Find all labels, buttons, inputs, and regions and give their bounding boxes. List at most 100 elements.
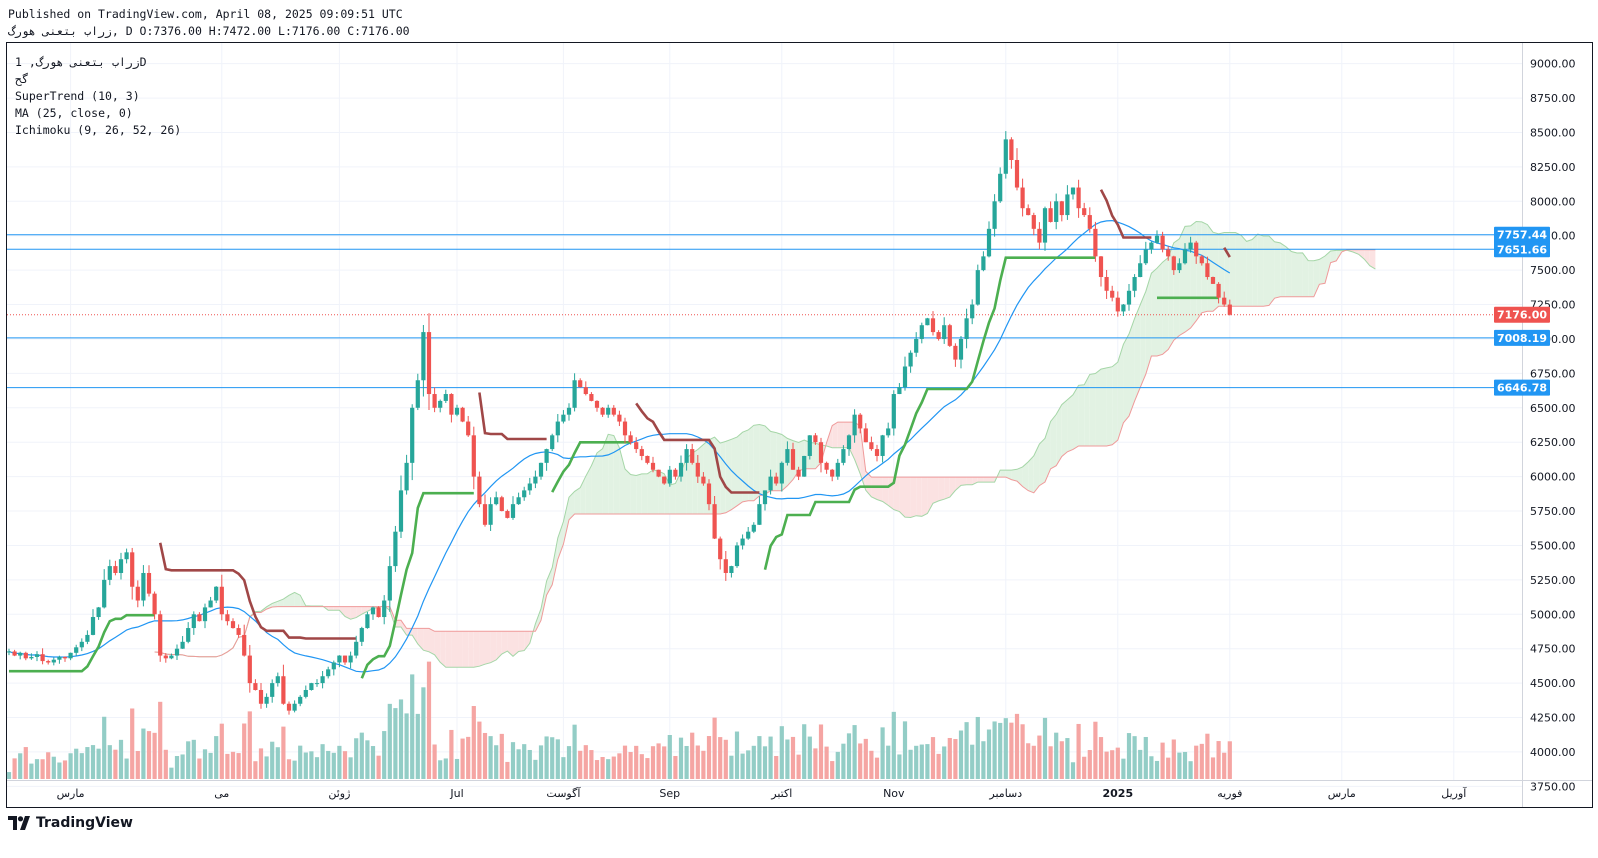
candle-body bbox=[634, 442, 639, 450]
candle-body bbox=[1087, 215, 1092, 229]
cloud-segment bbox=[1291, 251, 1297, 297]
volume-bar bbox=[880, 727, 885, 779]
volume-bar bbox=[807, 736, 812, 779]
volume-bar bbox=[359, 732, 364, 779]
time-tick-label: آگوست bbox=[546, 786, 581, 800]
volume-bar bbox=[225, 753, 230, 779]
volume-bar bbox=[505, 761, 510, 779]
volume-bar bbox=[740, 753, 745, 779]
volume-bar bbox=[639, 754, 644, 779]
volume-bar bbox=[992, 721, 997, 779]
candle-body bbox=[46, 661, 51, 663]
candle-body bbox=[393, 531, 398, 567]
cloud-segment bbox=[938, 477, 945, 501]
price-tick-label: 6750.00 bbox=[1530, 367, 1576, 380]
price-tick-label: 8250.00 bbox=[1530, 161, 1576, 174]
volume-bar bbox=[1121, 758, 1126, 779]
volume-bar bbox=[1098, 737, 1104, 779]
cloud-segment bbox=[490, 631, 497, 663]
chart-canvas[interactable]: 3750.00 4000.00 4250.00 4500.00 4750.00 5000.… bbox=[0, 0, 1598, 858]
candle-body bbox=[813, 435, 818, 443]
legend-ichimoku[interactable]: Ichimoku (9, 26, 52, 26) bbox=[15, 123, 181, 137]
cloud-segment bbox=[1257, 234, 1264, 307]
candle-body bbox=[958, 338, 964, 360]
volume-bar bbox=[197, 758, 202, 779]
price-tick-label: 5000.00 bbox=[1530, 608, 1576, 621]
candle-body bbox=[818, 442, 824, 463]
volume-bar bbox=[202, 749, 208, 779]
cloud-segment bbox=[1224, 232, 1230, 307]
candle-body bbox=[1177, 263, 1182, 271]
cloud-segment bbox=[445, 631, 452, 668]
cloud-segment bbox=[423, 628, 429, 652]
candle-body bbox=[326, 669, 331, 677]
candle-body bbox=[908, 352, 913, 367]
time-tick-label: مارس bbox=[1328, 787, 1356, 800]
volume-bar bbox=[611, 756, 616, 779]
legend-symbol: زراب بتعنی هورگ, 1D bbox=[15, 55, 147, 70]
cloud-segment bbox=[961, 477, 967, 486]
legend-ma[interactable]: MA (25, close, 0) bbox=[15, 106, 133, 120]
volume-bar bbox=[628, 752, 633, 779]
candle-body bbox=[611, 407, 616, 415]
volume-bar bbox=[404, 713, 409, 779]
cloud-segment bbox=[1196, 221, 1202, 321]
candle-body bbox=[1160, 235, 1165, 250]
legend-supertrend[interactable]: SuperTrend (10, 3) bbox=[15, 89, 140, 103]
volume-bar bbox=[113, 749, 118, 779]
candle-body bbox=[936, 332, 941, 339]
candle-body bbox=[1154, 235, 1160, 243]
candle-body bbox=[639, 449, 644, 456]
candle-body bbox=[1210, 277, 1216, 284]
cloud-segment bbox=[1140, 291, 1146, 388]
cloud-segment bbox=[1078, 384, 1085, 447]
tradingview-logo[interactable]: TradingView bbox=[8, 815, 133, 831]
cloud-segment bbox=[1274, 241, 1281, 299]
volume-bar bbox=[270, 741, 275, 779]
candle-body bbox=[992, 201, 997, 229]
candle-body bbox=[897, 387, 902, 395]
volume-bar bbox=[757, 736, 762, 779]
candle-body bbox=[320, 676, 325, 684]
candle bbox=[734, 542, 740, 568]
candle-body bbox=[561, 414, 566, 422]
candle-body bbox=[802, 455, 807, 477]
cloud-segment bbox=[597, 448, 603, 514]
cloud-segment bbox=[1112, 362, 1118, 445]
candle-body bbox=[477, 476, 482, 505]
candle-body bbox=[421, 332, 426, 381]
volume-bar bbox=[365, 740, 370, 779]
candle-body bbox=[365, 614, 370, 629]
candle-body bbox=[382, 600, 387, 618]
candle-body bbox=[785, 449, 790, 463]
candle-body bbox=[617, 414, 622, 422]
volume-bar bbox=[107, 745, 112, 779]
candle-body bbox=[662, 476, 667, 484]
volume-bar bbox=[146, 731, 152, 779]
candle-body bbox=[510, 504, 516, 518]
candle-body bbox=[1188, 242, 1193, 250]
candle-body bbox=[1042, 208, 1048, 243]
price-tick-label: 9000.00 bbox=[1530, 58, 1576, 71]
candle-body bbox=[1054, 201, 1059, 222]
volume-bar bbox=[1222, 752, 1227, 779]
volume-bar bbox=[975, 716, 980, 779]
candle-body bbox=[701, 476, 706, 484]
candle-body bbox=[34, 654, 40, 657]
volume-bar bbox=[919, 744, 924, 779]
candle-body bbox=[1020, 187, 1025, 209]
volume-bar bbox=[460, 738, 465, 779]
candle bbox=[393, 525, 398, 572]
candle-body bbox=[807, 435, 812, 456]
volume-bar bbox=[673, 755, 678, 779]
volume-bar bbox=[454, 758, 460, 779]
time-tick-label: آوریل bbox=[1441, 786, 1467, 800]
candle-body bbox=[1093, 228, 1098, 257]
candle bbox=[807, 435, 812, 460]
candle-body bbox=[410, 407, 415, 463]
volume-bar bbox=[477, 721, 482, 779]
candle-body bbox=[74, 647, 79, 653]
cloud-segment bbox=[613, 435, 620, 514]
cloud-segment bbox=[1263, 236, 1269, 307]
volume-bar bbox=[488, 736, 493, 779]
